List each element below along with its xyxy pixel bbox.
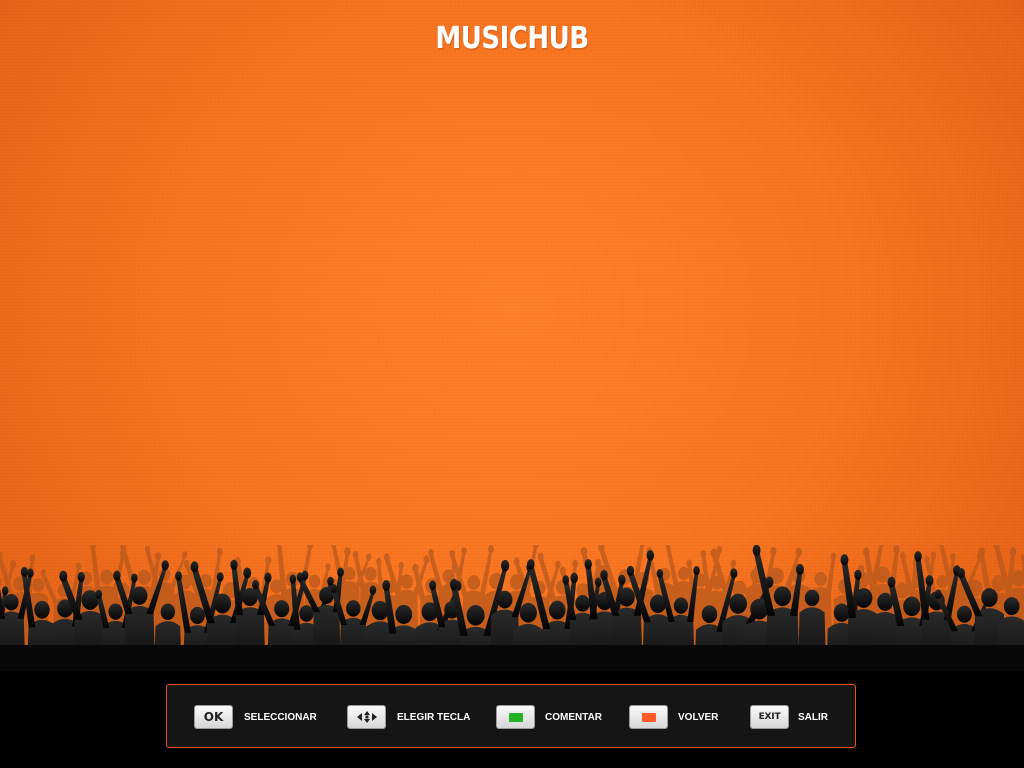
label-salir: SALIR xyxy=(798,712,828,723)
red-button-icon[interactable] xyxy=(629,705,668,729)
arrows-icon[interactable] xyxy=(347,705,386,729)
label-seleccionar: SELECCIONAR xyxy=(244,712,317,723)
crowd-silhouette xyxy=(0,545,1024,675)
label-elegir-tecla: ELEGIR TECLA xyxy=(397,712,471,723)
red-swatch xyxy=(641,712,656,722)
label-comentar: COMENTAR xyxy=(545,712,603,723)
ok-key[interactable]: OK xyxy=(194,705,233,729)
musichub-logo: MUSICHUB xyxy=(435,21,589,57)
musichub-screen: MUSICHUB OK SELECCIONAR ELEGIR TECLA COM… xyxy=(0,0,1024,768)
arrows-glyph-icon xyxy=(356,711,377,723)
key-legend: OK SELECCIONAR ELEGIR TECLA COMENTAR VOL… xyxy=(166,684,856,748)
label-volver: VOLVER xyxy=(678,712,719,723)
green-button-icon[interactable] xyxy=(496,705,535,729)
exit-key[interactable]: EXIT xyxy=(750,705,789,729)
green-swatch xyxy=(508,712,523,722)
